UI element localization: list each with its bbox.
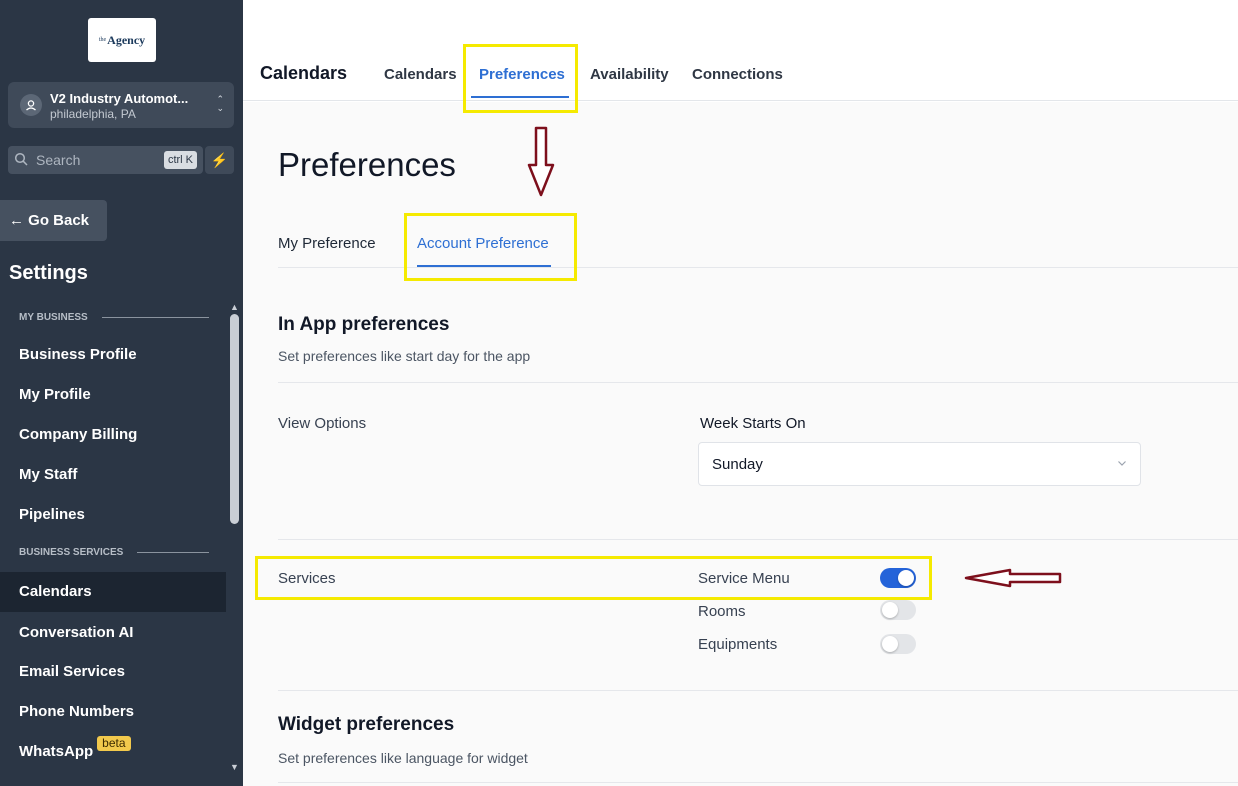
section-label-business-services: BUSINESS SERVICES xyxy=(19,547,209,558)
tab-connections[interactable]: Connections xyxy=(692,66,783,83)
chevron-down-icon xyxy=(1118,461,1126,466)
sidebar-item-label: WhatsApp xyxy=(19,743,94,760)
sidebar-item-business-profile[interactable]: Business Profile xyxy=(0,335,226,375)
quick-actions-button[interactable]: ⚡ xyxy=(205,146,234,174)
widget-preferences-title: Widget preferences xyxy=(278,714,455,735)
agency-logo[interactable]: the Agency xyxy=(88,18,156,62)
lightning-icon: ⚡ xyxy=(210,151,229,168)
view-options-label: View Options xyxy=(278,415,367,432)
highlight-box-account-preference xyxy=(404,213,577,281)
sidebar-item-my-profile[interactable]: My Profile xyxy=(0,375,226,415)
sidebar-item-my-staff[interactable]: My Staff xyxy=(0,455,226,495)
week-starts-on-label: Week Starts On xyxy=(700,415,806,432)
equipments-label: Equipments xyxy=(698,636,778,653)
location-pin-icon xyxy=(20,94,42,116)
sidebar-item-whatsapp[interactable]: WhatsApp beta xyxy=(0,732,226,772)
beta-badge: beta xyxy=(97,736,131,751)
sidebar-item-email-services[interactable]: Email Services xyxy=(0,652,226,692)
search-input[interactable]: Search ctrl K xyxy=(8,146,203,174)
sidebar-item-pipelines[interactable]: Pipelines xyxy=(0,495,226,535)
in-app-preferences-desc: Set preferences like start day for the a… xyxy=(278,348,531,364)
location-city: philadelphia, PA xyxy=(50,107,136,121)
sidebar-item-calendars[interactable]: Calendars xyxy=(0,572,226,612)
tab-calendars[interactable]: Calendars xyxy=(384,66,457,83)
sidebar-scrollbar[interactable]: ▲ ▼ xyxy=(228,300,241,774)
location-name: V2 Industry Automot... xyxy=(50,91,189,106)
in-app-preferences-title: In App preferences xyxy=(278,314,450,335)
location-switcher[interactable]: V2 Industry Automot... philadelphia, PA … xyxy=(8,82,234,128)
search-placeholder: Search xyxy=(36,152,81,168)
divider xyxy=(278,782,1238,783)
scrollbar-thumb[interactable] xyxy=(230,314,239,524)
divider xyxy=(278,382,1238,383)
toggle-knob xyxy=(882,636,898,652)
divider xyxy=(278,690,1238,691)
sidebar-item-company-billing[interactable]: Company Billing xyxy=(0,415,226,455)
section-label-my-business: MY BUSINESS xyxy=(19,312,209,323)
sidebar-item-conversation-ai[interactable]: Conversation AI xyxy=(0,613,226,653)
divider xyxy=(278,539,1238,540)
logo-text: Agency xyxy=(107,32,146,47)
page-title: Preferences xyxy=(278,146,456,183)
rooms-toggle[interactable] xyxy=(880,600,916,620)
rooms-label: Rooms xyxy=(698,603,746,620)
sidebar-item-phone-numbers[interactable]: Phone Numbers xyxy=(0,692,226,732)
scroll-down-icon[interactable]: ▼ xyxy=(230,762,239,772)
equipments-toggle[interactable] xyxy=(880,634,916,654)
search-icon xyxy=(14,152,28,166)
top-bar: Calendars Calendars Preferences Availabi… xyxy=(243,0,1238,101)
go-back-button[interactable]: ← Go Back xyxy=(0,200,107,241)
main-content: Preferences My Preference Account Prefer… xyxy=(243,102,1238,786)
week-starts-on-value: Sunday xyxy=(712,456,763,473)
tab-my-preference[interactable]: My Preference xyxy=(278,235,376,252)
widget-preferences-desc: Set preferences like language for widget xyxy=(278,750,528,766)
week-starts-on-select[interactable]: Sunday xyxy=(698,442,1141,486)
chevron-up-down-icon: ⌃ ⌄ xyxy=(216,94,224,113)
tab-availability[interactable]: Availability xyxy=(590,66,669,83)
highlight-box-preferences-tab xyxy=(463,44,578,113)
scroll-up-icon[interactable]: ▲ xyxy=(230,302,239,312)
settings-title: Settings xyxy=(9,262,88,284)
toggle-knob xyxy=(882,602,898,618)
search-shortcut: ctrl K xyxy=(163,151,197,169)
page-section-title: Calendars xyxy=(260,63,348,83)
highlight-box-services-row xyxy=(255,556,932,600)
sidebar: the Agency V2 Industry Automot... philade… xyxy=(0,0,243,786)
